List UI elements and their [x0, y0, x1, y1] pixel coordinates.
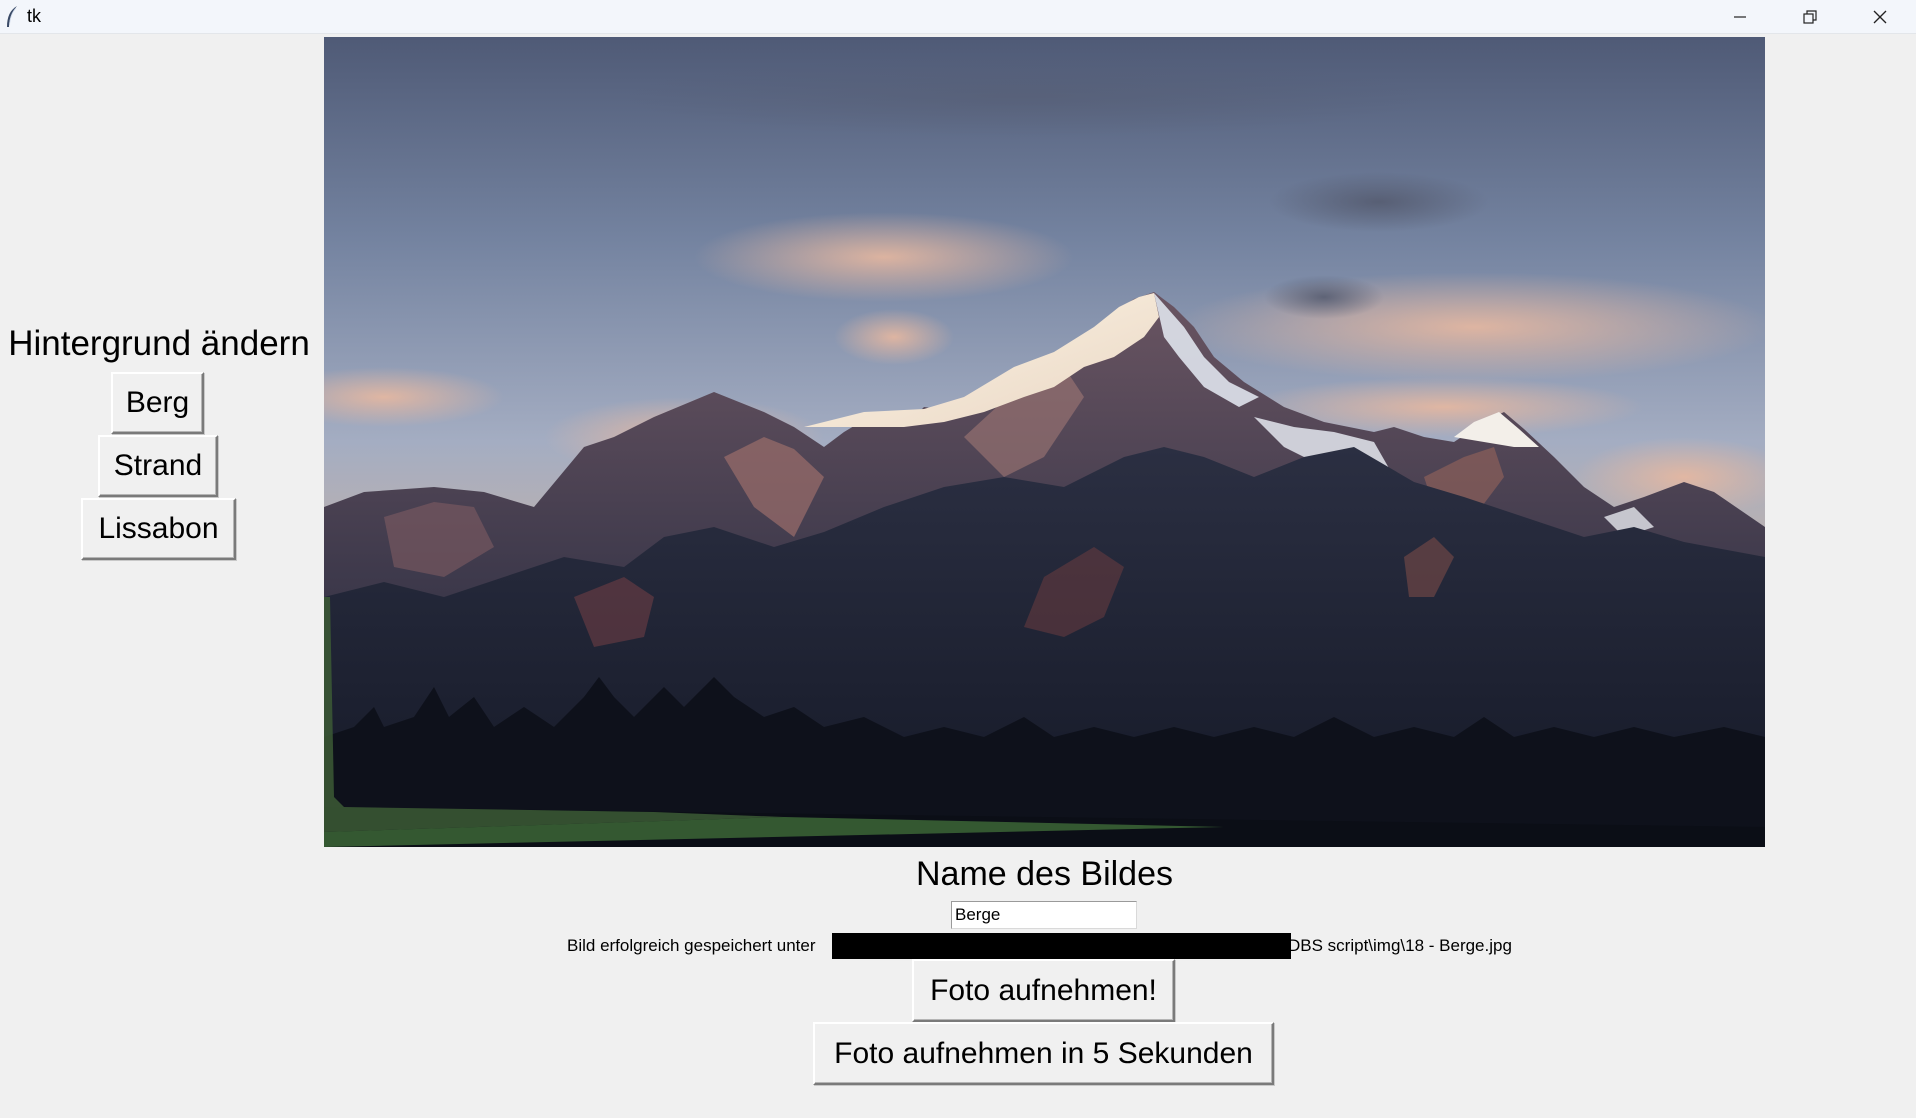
- save-status-prefix: Bild erfolgreich gespeichert unter: [567, 936, 816, 955]
- minimize-icon: [1734, 15, 1746, 18]
- close-button[interactable]: [1845, 0, 1915, 33]
- image-name-label: Name des Bildes: [915, 855, 1173, 893]
- take-photo-button[interactable]: Foto aufnehmen!: [912, 959, 1175, 1022]
- background-heading: Hintergrund ändern: [8, 324, 310, 363]
- image-name-input[interactable]: [951, 901, 1137, 929]
- redacted-path: [832, 933, 1291, 959]
- app-window: tk Hintergrund ändern Berg Strand Lissab…: [0, 0, 1916, 1118]
- save-status-path: DBS script\img\18 - Berge.jpg: [1288, 936, 1512, 955]
- close-icon: [1873, 10, 1887, 23]
- background-mountain-button[interactable]: Berg: [111, 372, 204, 434]
- window-title: tk: [27, 6, 42, 26]
- minimize-button[interactable]: [1705, 0, 1775, 33]
- background-lisbon-button[interactable]: Lissabon: [81, 498, 236, 560]
- tk-feather-icon: [7, 6, 17, 27]
- maximize-button[interactable]: [1775, 0, 1845, 33]
- background-image: [324, 37, 1765, 847]
- background-beach-button[interactable]: Strand: [98, 435, 218, 497]
- title-bar: tk: [0, 0, 1916, 34]
- save-status: Bild erfolgreich gespeichert unter DBS s…: [0, 933, 1916, 959]
- take-photo-delayed-button[interactable]: Foto aufnehmen in 5 Sekunden: [813, 1022, 1274, 1085]
- restore-icon: [1803, 9, 1817, 24]
